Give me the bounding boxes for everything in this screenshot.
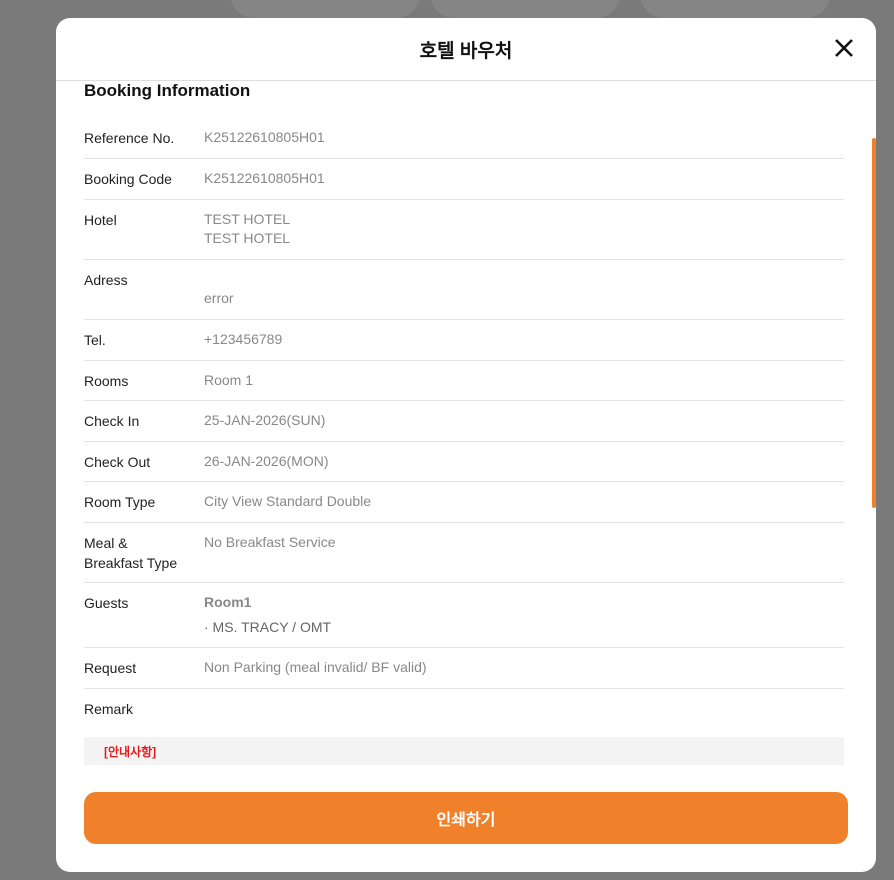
value-text: TEST HOTEL — [204, 211, 291, 227]
label-text: Tel. — [84, 332, 106, 348]
table-row: Guests Room1 · MS. TRACY / OMT — [84, 583, 844, 648]
value-text: · MS. TRACY / OMT — [204, 619, 332, 635]
label-text: Room Type — [84, 494, 156, 510]
row-value: TEST HOTEL TEST HOTEL — [204, 210, 290, 259]
row-value: 26-JAN-2026(MON) — [204, 452, 328, 481]
row-value: City View Standard Double — [204, 492, 371, 522]
label-text: Adress — [84, 272, 128, 288]
label-text: Remark — [84, 701, 134, 717]
notice-label: [안내사항] — [104, 745, 157, 759]
row-label: Meal & Breakfast Type — [84, 533, 204, 582]
label-text: Request — [84, 660, 137, 676]
value-text: Room1 — [204, 594, 252, 610]
print-button[interactable]: 인쇄하기 — [84, 792, 848, 844]
row-label: Request — [84, 658, 204, 688]
modal-body[interactable]: Booking Information Reference No. K251226… — [56, 81, 876, 765]
table-row: Check Out 26-JAN-2026(MON) — [84, 442, 844, 482]
row-label: Adress — [84, 270, 204, 319]
booking-info-table: Reference No. K25122610805H01 Booking Code… — [84, 118, 844, 739]
row-label: Remark — [84, 699, 204, 738]
table-row: Adress error — [84, 260, 844, 320]
table-row: Meal & Breakfast Type No Breakfast Service — [84, 523, 844, 583]
label-text: Booking Code — [84, 171, 172, 187]
value-text: Non Parking (meal invalid/ BF valid) — [204, 659, 427, 675]
row-label: Booking Code — [84, 169, 204, 199]
value-text: K25122610805H01 — [204, 170, 325, 186]
label-text: Hotel — [84, 212, 117, 228]
scrollbar[interactable] — [872, 138, 876, 508]
row-label: Guests — [84, 593, 204, 647]
row-value: K25122610805H01 — [204, 128, 325, 158]
label-text: Reference No. — [84, 130, 175, 146]
value-text: +123456789 — [204, 331, 283, 347]
background-tab — [640, 0, 830, 18]
row-label: Check Out — [84, 452, 204, 481]
table-row: Room Type City View Standard Double — [84, 482, 844, 523]
row-label: Hotel — [84, 210, 204, 259]
row-value: Room1 · MS. TRACY / OMT — [204, 593, 331, 647]
label-text: Check Out — [84, 454, 151, 470]
value-text: error — [204, 290, 234, 306]
label-text: Meal & — [84, 535, 128, 551]
section-title: Booking Information — [84, 81, 251, 100]
row-value: Room 1 — [204, 371, 253, 400]
row-label: Room Type — [84, 492, 204, 522]
modal-header: 호텔 바우처 — [56, 18, 876, 81]
row-label: Reference No. — [84, 128, 204, 158]
table-row: Remark — [84, 689, 844, 739]
table-row: Hotel TEST HOTEL TEST HOTEL — [84, 200, 844, 260]
row-value: Non Parking (meal invalid/ BF valid) — [204, 658, 427, 688]
table-row: Check In 25-JAN-2026(SUN) — [84, 401, 844, 442]
row-value: K25122610805H01 — [204, 169, 325, 199]
row-value: No Breakfast Service — [204, 533, 336, 582]
table-row: Rooms Room 1 — [84, 361, 844, 401]
value-text: City View Standard Double — [204, 493, 372, 509]
value-text: Room 1 — [204, 372, 254, 388]
hotel-voucher-modal: 호텔 바우처 Booking Information Reference No.… — [56, 18, 876, 872]
value-text — [204, 270, 234, 289]
row-label: Tel. — [84, 330, 204, 360]
value-text: 25-JAN-2026(SUN) — [204, 412, 326, 428]
label-text: Guests — [84, 595, 129, 611]
close-icon[interactable] — [832, 36, 856, 60]
value-text: K25122610805H01 — [204, 129, 325, 145]
row-label: Check In — [84, 411, 204, 441]
value-text: TEST HOTEL — [204, 230, 291, 246]
table-row: Request Non Parking (meal invalid/ BF val… — [84, 648, 844, 689]
value-text: 26-JAN-2026(MON) — [204, 453, 329, 469]
table-row: Tel. +123456789 — [84, 320, 844, 361]
table-row: Reference No. K25122610805H01 — [84, 118, 844, 159]
row-label: Rooms — [84, 371, 204, 400]
modal-title: 호텔 바우처 — [419, 40, 513, 62]
row-value: error — [204, 270, 234, 319]
label-text: Rooms — [84, 373, 129, 389]
row-value: 25-JAN-2026(SUN) — [204, 411, 325, 441]
value-text: No Breakfast Service — [204, 534, 336, 550]
background-tab — [230, 0, 420, 18]
row-value: +123456789 — [204, 330, 282, 360]
table-row: Booking Code K25122610805H01 — [84, 159, 844, 200]
background-tab — [430, 0, 620, 18]
notice-box: [안내사항] — [84, 737, 844, 765]
label-text: Breakfast Type — [84, 555, 178, 571]
label-text: Check In — [84, 413, 140, 429]
